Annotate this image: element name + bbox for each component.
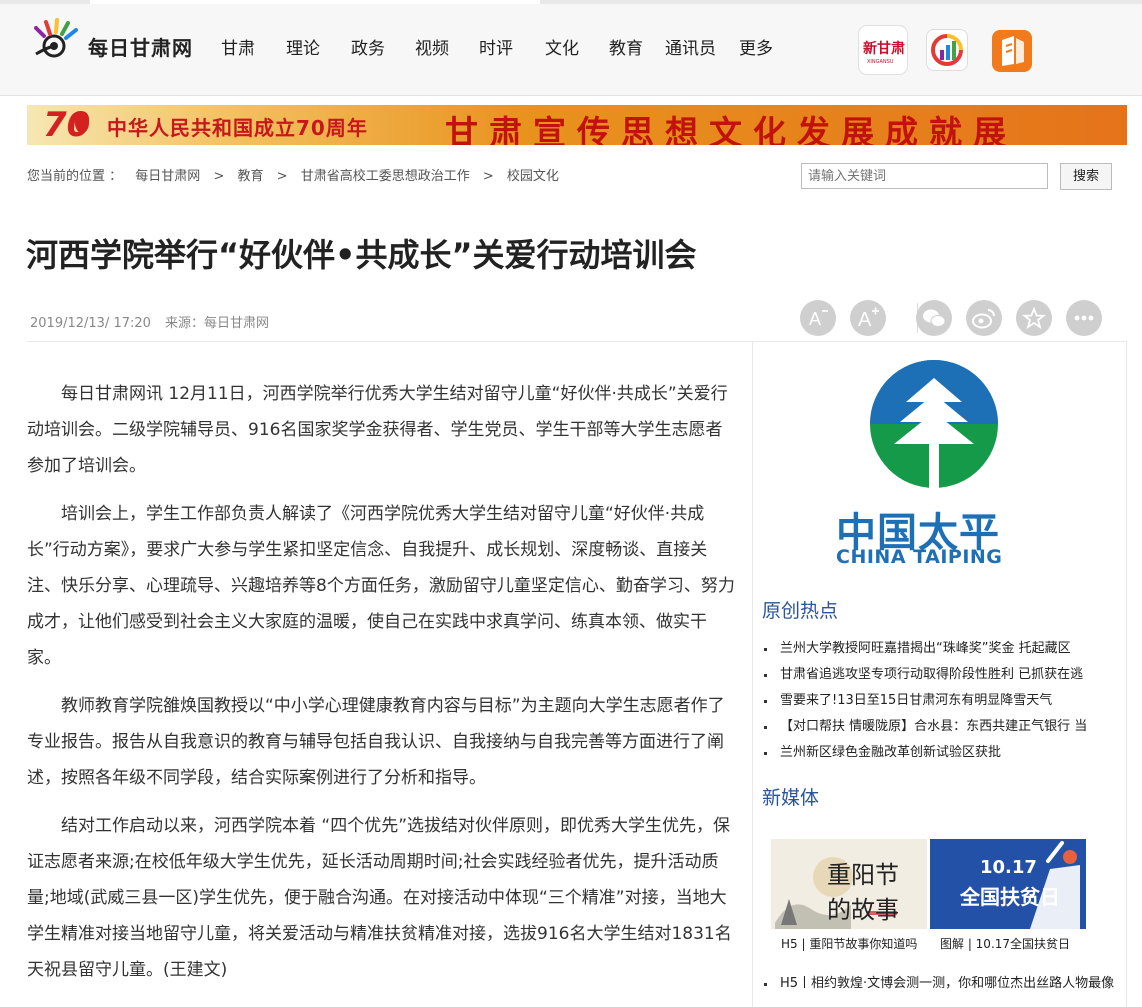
nav-item-government[interactable]: 政务 <box>351 34 385 59</box>
logo-text: 每日甘肃网 <box>88 36 193 60</box>
media-list: H5丨相约敦煌·文博会测一测，你和哪位杰出丝路人物最像 <box>764 975 1124 1001</box>
article-date: 2019/12/13/ 17:20 <box>30 316 151 331</box>
nav-item-theory[interactable]: 理论 <box>286 34 320 59</box>
breadcrumb-item-committee[interactable]: 甘肃省高校工委思想政治工作 <box>301 169 470 184</box>
content-divider <box>27 341 1126 342</box>
list-item[interactable]: 【对口帮扶 情暖陇原】合水县：东西共建正气银行 当 <box>764 718 1114 744</box>
svg-text:A: A <box>809 309 821 329</box>
weibo-share-button[interactable] <box>966 300 1002 336</box>
banner-text-left: 中华人民共和国成立70周年 <box>107 116 368 140</box>
media-card-image-text: 重阳节 的故事 你知道吗? <box>827 861 899 924</box>
media-card-caption: 图解 | 10.17全国扶贫日 <box>940 937 1071 951</box>
china-taiping-logo-icon <box>870 360 998 488</box>
breadcrumb-sep: > <box>213 169 225 184</box>
anniversary-banner[interactable]: 70 中华人民共和国成立70周年 甘肃宣传思想文化发展成就展 <box>27 105 1127 145</box>
font-larger-icon: A <box>858 307 879 331</box>
breadcrumb-item-campus[interactable]: 校园文化 <box>507 169 559 184</box>
media-card-image-date: 10.17 <box>980 857 1037 878</box>
chart-icon <box>931 34 963 66</box>
list-item[interactable]: 雪要来了!13日至15日甘肃河东有明显降雪天气 <box>764 692 1114 718</box>
nav-item-culture[interactable]: 文化 <box>545 34 579 59</box>
favorite-button[interactable] <box>1016 300 1052 336</box>
chart-app-icon[interactable] <box>926 29 968 71</box>
more-share-button[interactable] <box>1066 300 1102 336</box>
emblem-icon <box>75 113 89 133</box>
svg-text:A: A <box>858 309 872 331</box>
list-item[interactable]: 兰州大学教授阿旺嘉措揭出“珠峰奖”奖金 托起藏区 <box>764 640 1114 666</box>
nav-item-education[interactable]: 教育 <box>609 34 643 59</box>
ad-title-en: CHINA TAIPING <box>836 546 1003 568</box>
media-card-chongyang[interactable]: 重阳节 的故事 你知道吗? H5 | 重阳节故事你知道吗 <box>771 839 927 954</box>
list-item[interactable]: 甘肃省追逃攻坚专项行动取得阶段性胜利 已抓获在逃 <box>764 666 1114 692</box>
media-card-image: 10.17 全国扶贫日 <box>930 839 1086 929</box>
search-button[interactable]: 搜索 <box>1060 163 1112 190</box>
book-app-icon[interactable] <box>992 30 1032 72</box>
sidebar-border <box>1126 341 1127 1007</box>
nav-item-gansu[interactable]: 甘肃 <box>221 34 255 59</box>
article-paragraph: 结对工作启动以来，河西学院本着 “四个优先”选拔结对伙伴原则，即优秀大学生优先，… <box>27 816 732 980</box>
hot-list: 兰州大学教授阿旺嘉措揭出“珠峰奖”奖金 托起藏区 甘肃省追逃攻坚专项行动取得阶段… <box>764 640 1114 770</box>
nav-item-more[interactable]: 更多 <box>739 34 773 59</box>
column-divider <box>752 341 753 1007</box>
breadcrumb-prefix: 您当前的位置 ： <box>27 169 123 184</box>
media-card-caption: H5 | 重阳节故事你知道吗 <box>781 937 918 951</box>
xingansu-app-label: 新甘肃 <box>863 41 905 57</box>
breadcrumb-sep: > <box>482 169 494 184</box>
list-item[interactable]: 兰州新区绿色金融改革创新试验区获批 <box>764 744 1114 770</box>
media-card-image: 重阳节 的故事 你知道吗? <box>771 839 927 929</box>
article-paragraph: 培训会上，学生工作部负责人解读了《河西学院优秀大学生结对留守儿童“好伙伴·共成长… <box>27 504 735 668</box>
article-source: 来源：每日甘肃网 <box>165 316 270 331</box>
font-smaller-icon: A <box>809 309 828 329</box>
nav-item-video[interactable]: 视频 <box>415 34 449 59</box>
star-icon <box>1021 306 1047 330</box>
hot-section-title: 原创热点 <box>762 600 839 622</box>
more-icon <box>1074 315 1094 321</box>
banner-text-right: 甘肃宣传思想文化发展成就展 <box>445 113 1017 145</box>
font-smaller-button[interactable]: A <box>800 300 836 336</box>
nav-item-commentary[interactable]: 时评 <box>479 34 513 59</box>
nav-item-correspondent[interactable]: 通讯员 <box>665 34 716 59</box>
article-meta: 2019/12/13/ 17:20 来源：每日甘肃网 <box>30 312 269 331</box>
article-title: 河西学院举行“好伙伴•共成长”关爱行动培训会 <box>26 236 697 274</box>
china-taiping-ad[interactable]: 中国太平 CHINA TAIPING <box>836 360 1036 570</box>
breadcrumb-item-education[interactable]: 教育 <box>237 169 263 184</box>
article-body: 每日甘肃网讯 12月11日，河西学院举行优秀大学生结对留守儿童“好伙伴·共成长”… <box>27 376 735 1000</box>
list-item[interactable]: H5丨相约敦煌·文博会测一测，你和哪位杰出丝路人物最像 <box>764 975 1124 1001</box>
media-section-title: 新媒体 <box>762 787 820 809</box>
article-paragraph: 教师教育学院雒焕国教授以“中小学心理健康教育内容与目标”为主题向大学生志愿者作了… <box>27 696 725 788</box>
site-header: 每日甘肃网 甘肃 理论 政务 视频 时评 文化 教育 通讯员 更多 新甘肃 XI… <box>0 4 1142 96</box>
search-input[interactable] <box>801 163 1048 189</box>
media-card-image-text: 全国扶贫日 <box>960 885 1060 909</box>
wechat-share-button[interactable] <box>916 300 952 336</box>
article-paragraph: 每日甘肃网讯 12月11日，河西学院举行优秀大学生结对留守儿童“好伙伴·共成长”… <box>27 384 728 476</box>
logo-icon <box>34 18 78 58</box>
xingansu-app-icon[interactable]: 新甘肃 XINGANSU <box>858 25 908 75</box>
weibo-icon <box>972 309 995 329</box>
font-larger-button[interactable]: A <box>850 300 886 336</box>
site-logo[interactable]: 每日甘肃网 <box>32 18 202 64</box>
wechat-icon <box>923 309 946 327</box>
media-card-poverty-day[interactable]: 10.17 全国扶贫日 图解 | 10.17全国扶贫日 <box>930 839 1086 954</box>
breadcrumb-item-home[interactable]: 每日甘肃网 <box>135 169 200 184</box>
book-icon <box>1002 36 1024 66</box>
xingansu-app-sub: XINGANSU <box>867 59 894 65</box>
breadcrumb-sep: > <box>276 169 288 184</box>
breadcrumb: 您当前的位置 ： 每日甘肃网 > 教育 > 甘肃省高校工委思想政治工作 > 校园… <box>27 165 568 184</box>
